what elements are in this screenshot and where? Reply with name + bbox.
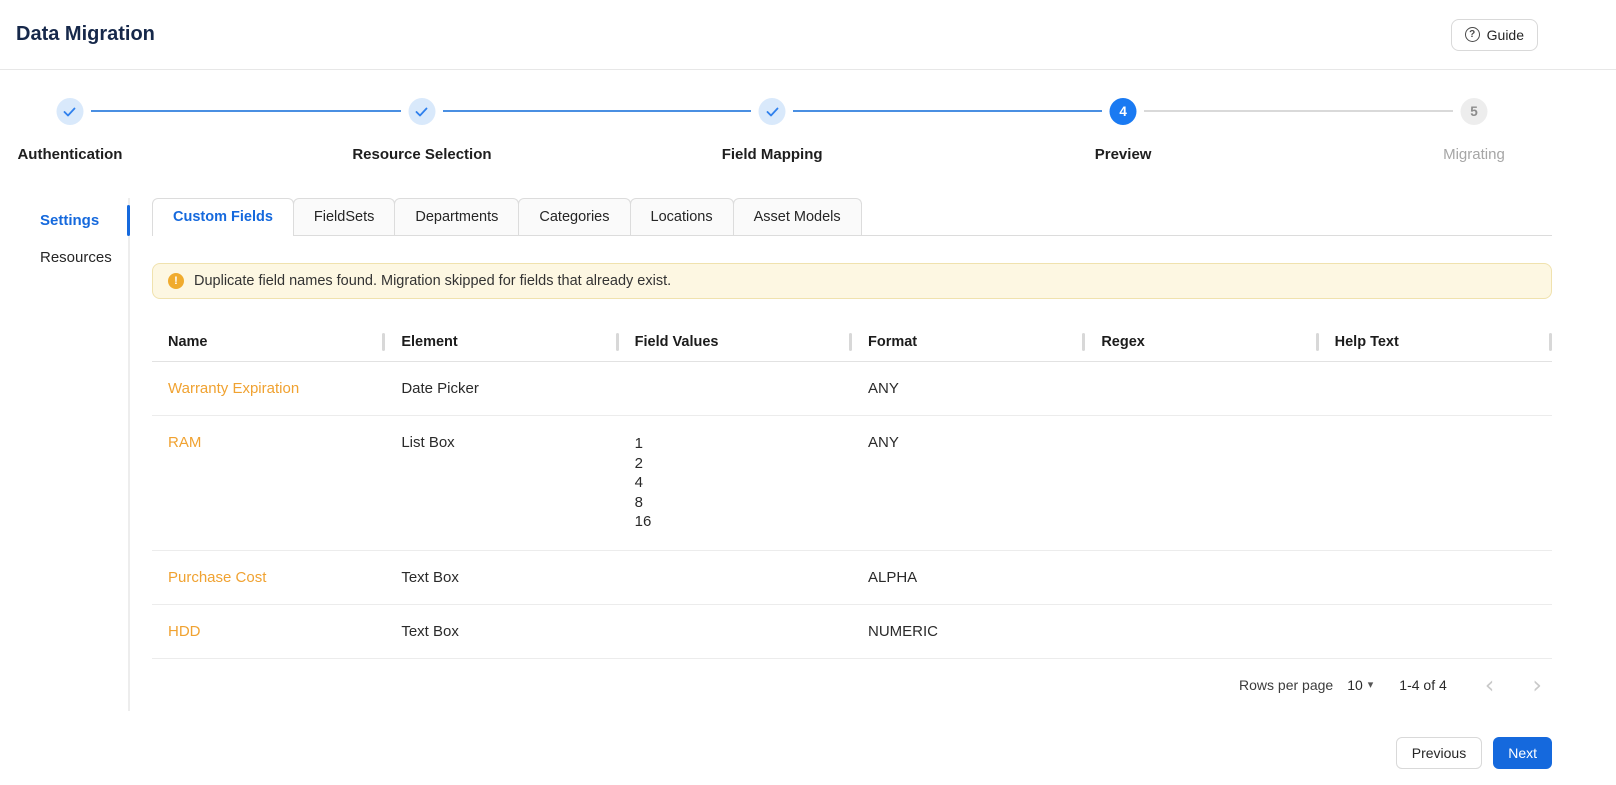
content-area: Custom Fields FieldSets Departments Cate… [152,198,1552,711]
format-cell: ANY [851,361,1086,416]
column-header-element: Element [385,322,619,362]
step-label-migrating: Migrating [1443,146,1505,163]
rows-per-page-select[interactable]: 10 ▾ [1347,677,1373,693]
step-2-circle [408,98,436,125]
custom-fields-table: Name Element Field Values Format Regex H… [152,322,1552,659]
stepper: 4 5 Authentication Resource Selection Fi… [0,98,1616,184]
column-header-regex: Regex [1085,322,1319,362]
element-cell: Date Picker [385,361,619,416]
tab-asset-models[interactable]: Asset Models [732,198,862,235]
page-header: Data Migration ? Guide [0,0,1616,70]
sidebar-item-resources[interactable]: Resources [0,239,128,276]
field-name-link[interactable]: Purchase Cost [168,569,266,586]
step-4-number: 4 [1119,104,1127,119]
step-connector-3 [793,110,1103,112]
step-5-circle: 5 [1460,98,1488,125]
check-icon [766,107,779,116]
step-label-resource-selection: Resource Selection [352,146,492,163]
tab-departments[interactable]: Departments [394,198,520,235]
tab-custom-fields[interactable]: Custom Fields [152,198,294,236]
tab-locations[interactable]: Locations [629,198,734,235]
check-icon [64,107,76,116]
column-header-help-text: Help Text [1318,322,1552,362]
field-values-cell [618,361,852,416]
step-1-circle [56,98,84,125]
table-row: RAM List Box 1 2 4 8 16 ANY [152,415,1552,551]
main-area: Settings Resources Custom Fields FieldSe… [0,198,1616,711]
column-header-format: Format [851,322,1086,362]
warning-banner-text: Duplicate field names found. Migration s… [194,273,672,289]
step-connector-2 [442,110,752,112]
previous-button[interactable]: Previous [1395,736,1483,769]
format-cell: ANY [851,415,1086,551]
tab-bar: Custom Fields FieldSets Departments Cate… [152,198,1552,236]
field-values-cell: 1 2 4 8 16 [618,415,852,551]
column-header-field-values: Field Values [618,322,852,362]
column-header-name: Name [152,322,386,362]
step-label-field-mapping: Field Mapping [721,146,823,163]
guide-button-label: Guide [1486,26,1524,43]
step-label-preview: Preview [1094,146,1152,163]
sidebar-item-settings[interactable]: Settings [0,202,130,239]
format-cell: NUMERIC [851,604,1086,659]
step-3-circle [758,98,786,125]
help-text-cell [1318,415,1552,551]
field-name-link[interactable]: RAM [168,434,201,451]
table-row: Warranty Expiration Date Picker ANY [152,361,1552,416]
warning-banner: ! Duplicate field names found. Migration… [152,263,1552,299]
help-text-cell [1318,361,1552,416]
next-button[interactable]: Next [1493,736,1552,769]
help-text-cell [1318,604,1552,659]
table-row: HDD Text Box NUMERIC [152,604,1552,659]
rows-per-page-label: Rows per page [1239,676,1334,693]
step-label-authentication: Authentication [17,146,123,163]
element-cell: Text Box [385,550,619,605]
sidebar: Settings Resources [0,198,130,711]
regex-cell [1085,415,1319,551]
element-cell: Text Box [385,604,619,659]
previous-page-button[interactable]: ‹ [1485,673,1495,697]
tab-fieldsets[interactable]: FieldSets [292,198,396,235]
wizard-actions: Previous Next [0,736,1552,769]
help-circle-icon: ? [1464,27,1480,42]
guide-button[interactable]: ? Guide [1450,18,1538,51]
field-name-link[interactable]: HDD [168,623,201,640]
regex-cell [1085,550,1319,605]
warning-icon: ! [168,273,184,289]
tab-categories[interactable]: Categories [518,198,631,235]
step-4-circle: 4 [1109,98,1137,125]
step-5-number: 5 [1470,104,1478,119]
step-connector-1 [90,110,401,112]
field-name-link[interactable]: Warranty Expiration [168,380,299,397]
regex-cell [1085,604,1319,659]
rows-per-page-value: 10 [1347,676,1363,693]
table-pagination: Rows per page 10 ▾ 1-4 of 4 ‹ › [152,659,1552,711]
help-text-cell [1318,550,1552,605]
caret-down-icon: ▾ [1367,679,1374,691]
field-values-cell [618,550,852,605]
page-title: Data Migration [16,23,155,45]
table-header-row: Name Element Field Values Format Regex H… [152,322,1552,362]
regex-cell [1085,361,1319,416]
check-icon [416,107,428,116]
format-cell: ALPHA [851,550,1086,605]
table-row: Purchase Cost Text Box ALPHA [152,550,1552,605]
next-page-button[interactable]: › [1532,673,1542,697]
pagination-range: 1-4 of 4 [1399,676,1447,693]
element-cell: List Box [385,415,619,551]
step-connector-4 [1144,110,1453,112]
field-values-cell [618,604,852,659]
